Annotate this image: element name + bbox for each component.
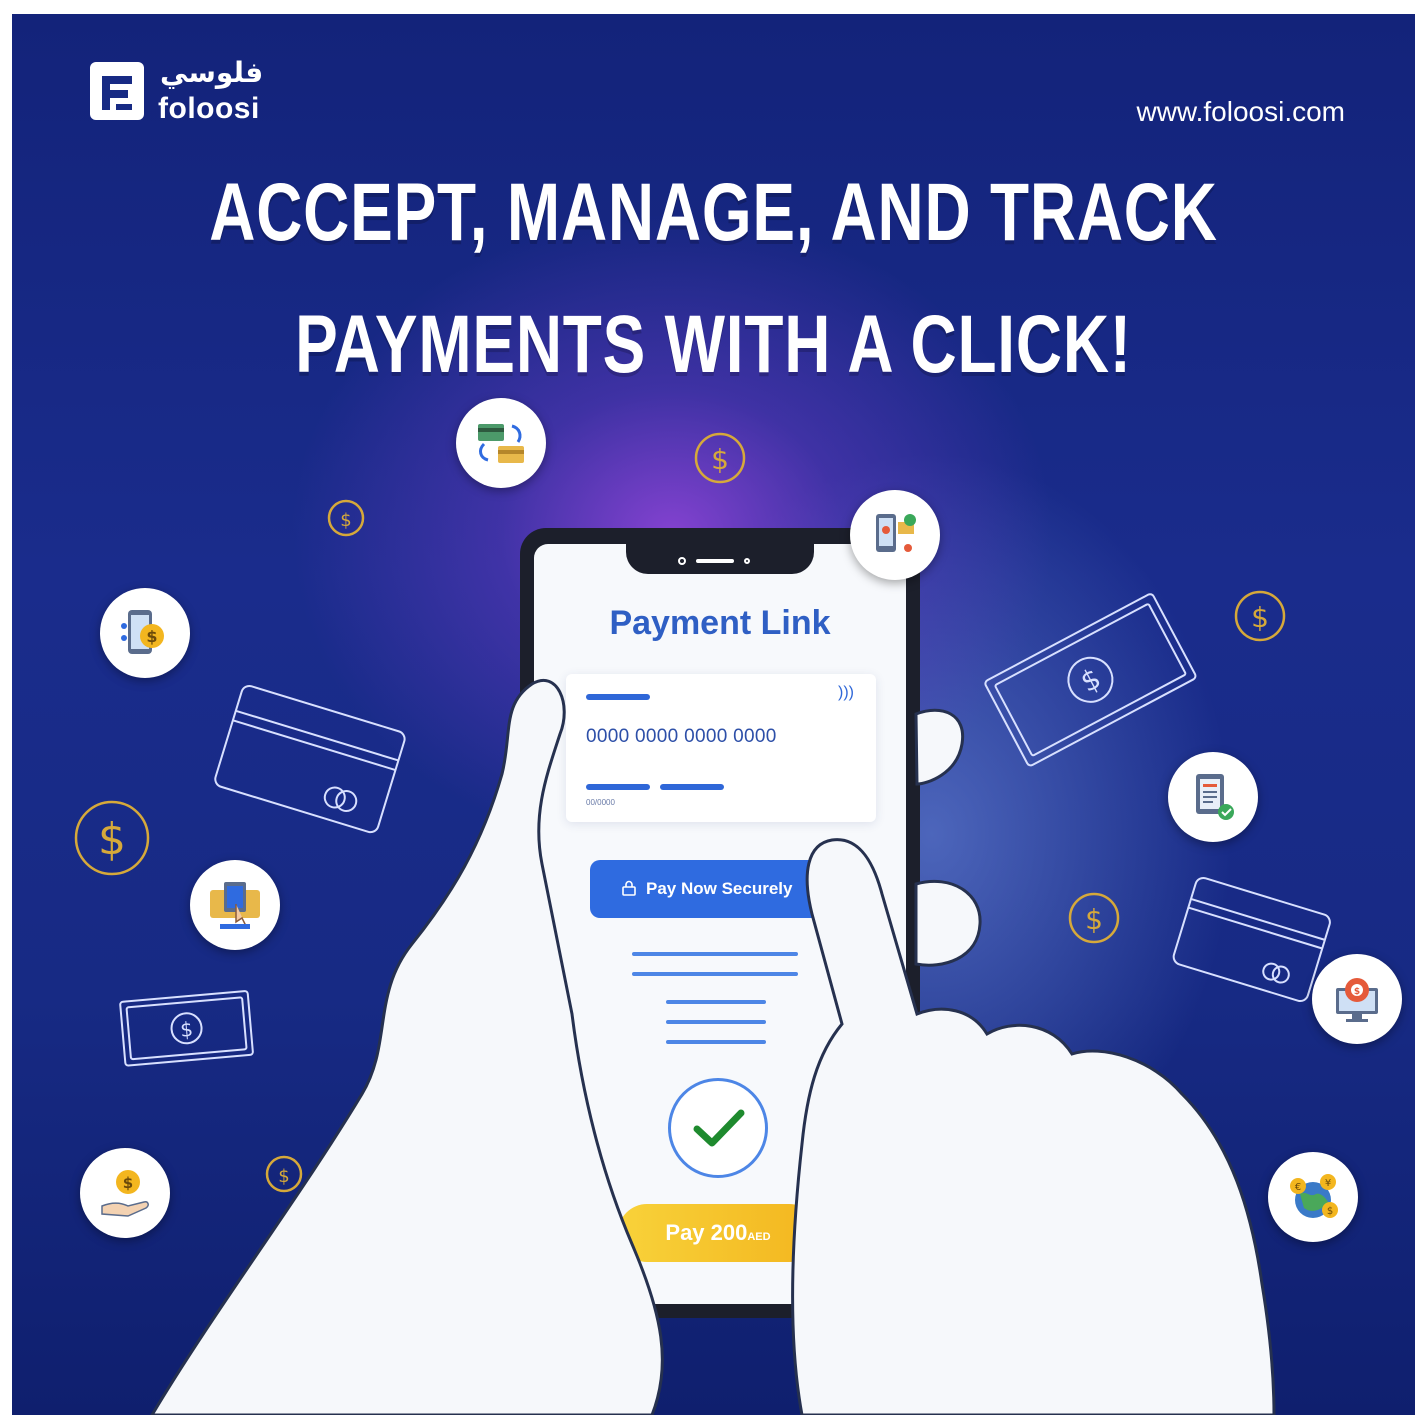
pay-amount-button[interactable]: Pay 200AED [618, 1204, 818, 1262]
speaker-icon [696, 559, 734, 563]
cardholder-placeholder [586, 694, 650, 700]
global-currency-icon: € ¥ $ [1290, 1174, 1338, 1218]
payment-gateway-badge: $ [1312, 954, 1402, 1044]
card-number-field[interactable]: 0000 0000 0000 0000 [586, 726, 777, 748]
card-tap-icon [210, 882, 260, 929]
card-exchange-badge [456, 398, 546, 488]
invoice-check-badge [1168, 752, 1258, 842]
headline-line-1: ACCEPT, MANAGE, AND TRACK [209, 167, 1218, 258]
dollar-coin-icon: $ [265, 1155, 303, 1193]
payment-gateway-icon: $ [1336, 978, 1378, 1022]
svg-text:$: $ [123, 1174, 133, 1192]
invoice-check-icon [1196, 774, 1234, 820]
pay-amount-label: Pay 200 [665, 1220, 748, 1245]
foloosi-logo-icon [90, 62, 144, 120]
svg-text:$: $ [179, 1017, 194, 1042]
card-exchange-icon [478, 424, 524, 463]
svg-text:$: $ [1327, 1206, 1333, 1217]
brand-name-arabic: فلوسي [160, 56, 264, 89]
contactless-icon: ))) [838, 684, 854, 701]
cvv-placeholder [660, 784, 724, 790]
mobile-payment-icon: $ [121, 610, 164, 654]
receipt-line [632, 972, 798, 976]
receipt-line [666, 1020, 766, 1024]
brand-logo[interactable]: فلوسي foloosi [88, 56, 288, 128]
card-input-form[interactable]: ))) 0000 0000 0000 0000 00/0000 [566, 674, 876, 822]
svg-text:$: $ [1085, 903, 1103, 936]
receipt-line [666, 1000, 766, 1004]
credit-card-icon [214, 684, 406, 834]
global-currency-badge: € ¥ $ [1268, 1152, 1358, 1242]
pay-currency-label: AED [747, 1231, 771, 1243]
card-expiry-field[interactable]: 00/0000 [586, 798, 615, 807]
brand-name: foloosi [158, 92, 260, 125]
svg-text:$: $ [1075, 661, 1106, 699]
receipt-line [666, 1040, 766, 1044]
smartphone: Payment Link ))) 0000 0000 0000 0000 00/… [520, 528, 920, 1318]
svg-text:$: $ [1251, 601, 1269, 634]
dollar-coin-icon: $ [74, 800, 150, 876]
checkmark-icon [693, 1109, 745, 1147]
pay-now-label: Pay Now Securely [646, 879, 793, 898]
credit-card-icon [1172, 876, 1331, 1003]
mobile-payment-badge: $ [100, 588, 190, 678]
money-hand-icon: $ [101, 1170, 149, 1217]
headline-line-2: PAYMENTS WITH A CLICK! [295, 299, 1132, 390]
svg-text:$: $ [1354, 987, 1360, 997]
money-hand-badge: $ [80, 1148, 170, 1238]
payment-tracking-badge [850, 490, 940, 580]
dollar-coin-icon: $ [1068, 892, 1120, 944]
dollar-coin-icon: $ [1234, 590, 1286, 642]
banknote-icon: $ [984, 593, 1197, 767]
svg-text:$: $ [146, 627, 157, 646]
svg-text:€: € [1295, 1182, 1301, 1193]
pay-now-button[interactable]: Pay Now Securely [590, 860, 830, 918]
svg-text:$: $ [340, 510, 351, 531]
sensor-icon [744, 558, 750, 564]
camera-icon [678, 557, 686, 565]
dollar-coin-icon: $ [327, 499, 365, 537]
receipt-line [632, 952, 798, 956]
dollar-coin-icon: $ [694, 432, 746, 484]
svg-text:$: $ [98, 814, 126, 865]
payment-link-title: Payment Link [609, 604, 831, 642]
expiry-placeholder [586, 784, 650, 790]
phone-screen: Payment Link ))) 0000 0000 0000 0000 00/… [534, 544, 906, 1304]
payment-tracking-icon [876, 514, 916, 552]
svg-text:¥: ¥ [1325, 1178, 1331, 1189]
banknote-icon: $ [119, 990, 254, 1067]
success-indicator [668, 1078, 768, 1178]
phone-notch [626, 544, 814, 574]
promo-poster: $ $ $ $ $ $ $ $ فلوسي foloosi www.foloos… [12, 14, 1415, 1415]
svg-text:$: $ [711, 443, 729, 476]
website-link[interactable]: www.foloosi.com [1136, 96, 1345, 128]
svg-text:$: $ [278, 1166, 289, 1187]
lock-icon [622, 880, 636, 896]
card-tap-badge [190, 860, 280, 950]
